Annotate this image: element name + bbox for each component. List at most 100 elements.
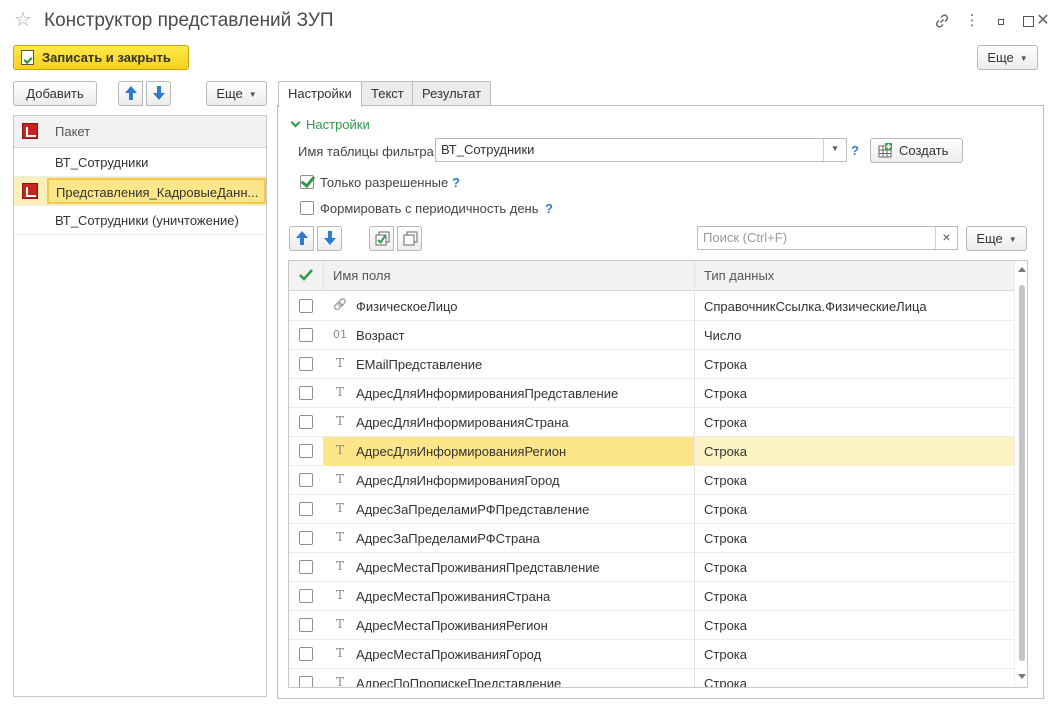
move-up-button[interactable] [118, 81, 143, 106]
row-checkbox[interactable] [299, 676, 313, 687]
create-button[interactable]: Создать [870, 138, 963, 163]
data-type-cell[interactable]: Строка [695, 582, 1014, 611]
scroll-down-icon[interactable] [1018, 674, 1026, 679]
data-type-cell[interactable]: Строка [695, 437, 1014, 466]
check-all-button[interactable] [369, 226, 394, 251]
filter-table-dropdown[interactable]: ▼ [823, 139, 846, 161]
scroll-thumb[interactable] [1019, 285, 1025, 661]
table-row[interactable]: T АдресМестаПроживанияГород Строка [289, 640, 1014, 669]
field-name-cell[interactable]: T АдресМестаПроживанияСтрана [323, 582, 695, 611]
tab-result[interactable]: Результат [412, 81, 492, 106]
field-name-cell[interactable]: T АдресМестаПроживанияПредставление [323, 553, 695, 582]
row-checkbox[interactable] [299, 502, 313, 516]
link-icon[interactable] [931, 10, 953, 32]
save-and-close-button[interactable]: Записать и закрыть [13, 45, 189, 70]
row-checkbox[interactable] [299, 618, 313, 632]
left-more-button[interactable]: Еще ▼ [206, 81, 267, 106]
data-type-cell[interactable]: Строка [695, 466, 1014, 495]
data-type-cell[interactable]: СправочникСсылка.ФизическиеЛица [695, 292, 1014, 321]
vertical-scrollbar[interactable] [1014, 261, 1027, 687]
row-checkbox[interactable] [299, 647, 313, 661]
move-down-button[interactable] [146, 81, 171, 106]
data-type-cell[interactable]: Строка [695, 640, 1014, 669]
tab-settings[interactable]: Настройки [278, 81, 362, 107]
data-type-cell[interactable]: Строка [695, 524, 1014, 553]
periodicity-help-icon[interactable]: ? [545, 201, 553, 216]
data-type-cell[interactable]: Строка [695, 379, 1014, 408]
only-allowed-help-icon[interactable]: ? [452, 175, 460, 190]
tab-text[interactable]: Текст [361, 81, 414, 106]
field-move-up-button[interactable] [289, 226, 314, 251]
check-column-icon[interactable] [298, 267, 314, 283]
row-checkbox[interactable] [299, 473, 313, 487]
data-type-cell[interactable]: Строка [695, 553, 1014, 582]
row-checkbox-cell [289, 524, 323, 553]
more-vertical-icon[interactable]: ⋮ [961, 10, 983, 32]
package-list-item[interactable]: ВТ_Сотрудники (уничтожение) [14, 206, 266, 235]
data-type-cell[interactable]: Число [695, 321, 1014, 350]
field-name-cell[interactable]: T АдресДляИнформированияРегион [323, 437, 695, 466]
row-checkbox[interactable] [299, 299, 313, 313]
table-row[interactable]: T АдресМестаПроживанияПредставление Строка [289, 553, 1014, 582]
add-button[interactable]: Добавить [13, 81, 97, 106]
table-row[interactable]: 01 Возраст Число [289, 321, 1014, 350]
settings-group-toggle[interactable]: Настройки [290, 117, 370, 132]
table-row[interactable]: T АдресДляИнформированияСтрана Строка [289, 408, 1014, 437]
scroll-up-icon[interactable] [1018, 267, 1026, 272]
row-checkbox[interactable] [299, 415, 313, 429]
field-name-cell[interactable]: T АдресМестаПроживанияРегион [323, 611, 695, 640]
package-list-item[interactable]: ВТ_Сотрудники [14, 148, 266, 177]
row-checkbox[interactable] [299, 589, 313, 603]
table-row[interactable]: T АдресЗаПределамиРФПредставление Строка [289, 495, 1014, 524]
table-row[interactable]: T АдресМестаПроживанияСтрана Строка [289, 582, 1014, 611]
row-checkbox[interactable] [299, 328, 313, 342]
field-name-cell[interactable]: T АдресЗаПределамиРФСтрана [323, 524, 695, 553]
column-header-data-type[interactable]: Тип данных [695, 261, 1014, 291]
field-name-cell[interactable]: T АдресЗаПределамиРФПредставление [323, 495, 695, 524]
toolbar-more-button[interactable]: Еще ▼ [977, 45, 1038, 70]
row-checkbox[interactable] [299, 444, 313, 458]
table-row[interactable]: T АдресДляИнформированияРегион Строка [289, 437, 1014, 466]
field-name-cell[interactable]: T АдресДляИнформированияПредставление [323, 379, 695, 408]
table-row[interactable]: T АдресМестаПроживанияРегион Строка [289, 611, 1014, 640]
grid-more-button[interactable]: Еще ▼ [966, 226, 1027, 251]
field-name-cell[interactable]: T АдресДляИнформированияГород [323, 466, 695, 495]
text-type-icon: T [335, 646, 344, 660]
data-type-cell[interactable]: Строка [695, 408, 1014, 437]
field-name: АдресЗаПределамиРФПредставление [356, 502, 590, 517]
field-name-cell[interactable]: T АдресДляИнформированияСтрана [323, 408, 695, 437]
field-move-down-button[interactable] [317, 226, 342, 251]
row-checkbox[interactable] [299, 560, 313, 574]
search-clear-icon[interactable]: × [935, 227, 957, 249]
row-checkbox[interactable] [299, 531, 313, 545]
data-type-cell[interactable]: Строка [695, 611, 1014, 640]
table-row[interactable]: T АдресЗаПределамиРФСтрана Строка [289, 524, 1014, 553]
data-type-cell[interactable]: Строка [695, 350, 1014, 379]
table-row[interactable]: 🔗 ФизическоеЛицо СправочникСсылка.Физическ… [289, 292, 1014, 321]
data-type-cell[interactable]: Строка [695, 495, 1014, 524]
data-type-cell[interactable]: Строка [695, 669, 1014, 687]
close-icon[interactable]: ✕ [1032, 10, 1054, 32]
search-input[interactable]: Поиск (Ctrl+F) [697, 226, 958, 250]
table-row[interactable]: T EMailПредставление Строка [289, 350, 1014, 379]
only-allowed-checkbox[interactable] [300, 175, 314, 189]
field-name-cell[interactable]: 🔗 ФизическоеЛицо [323, 292, 695, 321]
field-name-cell[interactable]: T АдресПоПропискеПредставление [323, 669, 695, 687]
field-name-cell[interactable]: 01 Возраст [323, 321, 695, 350]
field-name-cell[interactable]: T АдресМестаПроживанияГород [323, 640, 695, 669]
filter-help-icon[interactable]: ? [851, 143, 859, 158]
field-name-cell[interactable]: T EMailПредставление [323, 350, 695, 379]
uncheck-all-button[interactable] [397, 226, 422, 251]
table-row[interactable]: T АдресПоПропискеПредставление Строка [289, 669, 1014, 687]
favorite-star-icon[interactable]: ☆ [14, 9, 32, 31]
table-row[interactable]: T АдресДляИнформированияГород Строка [289, 466, 1014, 495]
package-list-item-selected[interactable]: Представления_КадровыеДанн... [14, 177, 266, 206]
filter-table-input[interactable]: ВТ_Сотрудники [435, 138, 847, 162]
row-checkbox[interactable] [299, 357, 313, 371]
column-header-field-name[interactable]: Имя поля [323, 261, 695, 291]
periodicity-checkbox[interactable] [300, 201, 314, 215]
text-type-icon: T [335, 356, 344, 370]
minimize-icon[interactable] [990, 10, 1012, 32]
table-row[interactable]: T АдресДляИнформированияПредставление Стро… [289, 379, 1014, 408]
row-checkbox[interactable] [299, 386, 313, 400]
